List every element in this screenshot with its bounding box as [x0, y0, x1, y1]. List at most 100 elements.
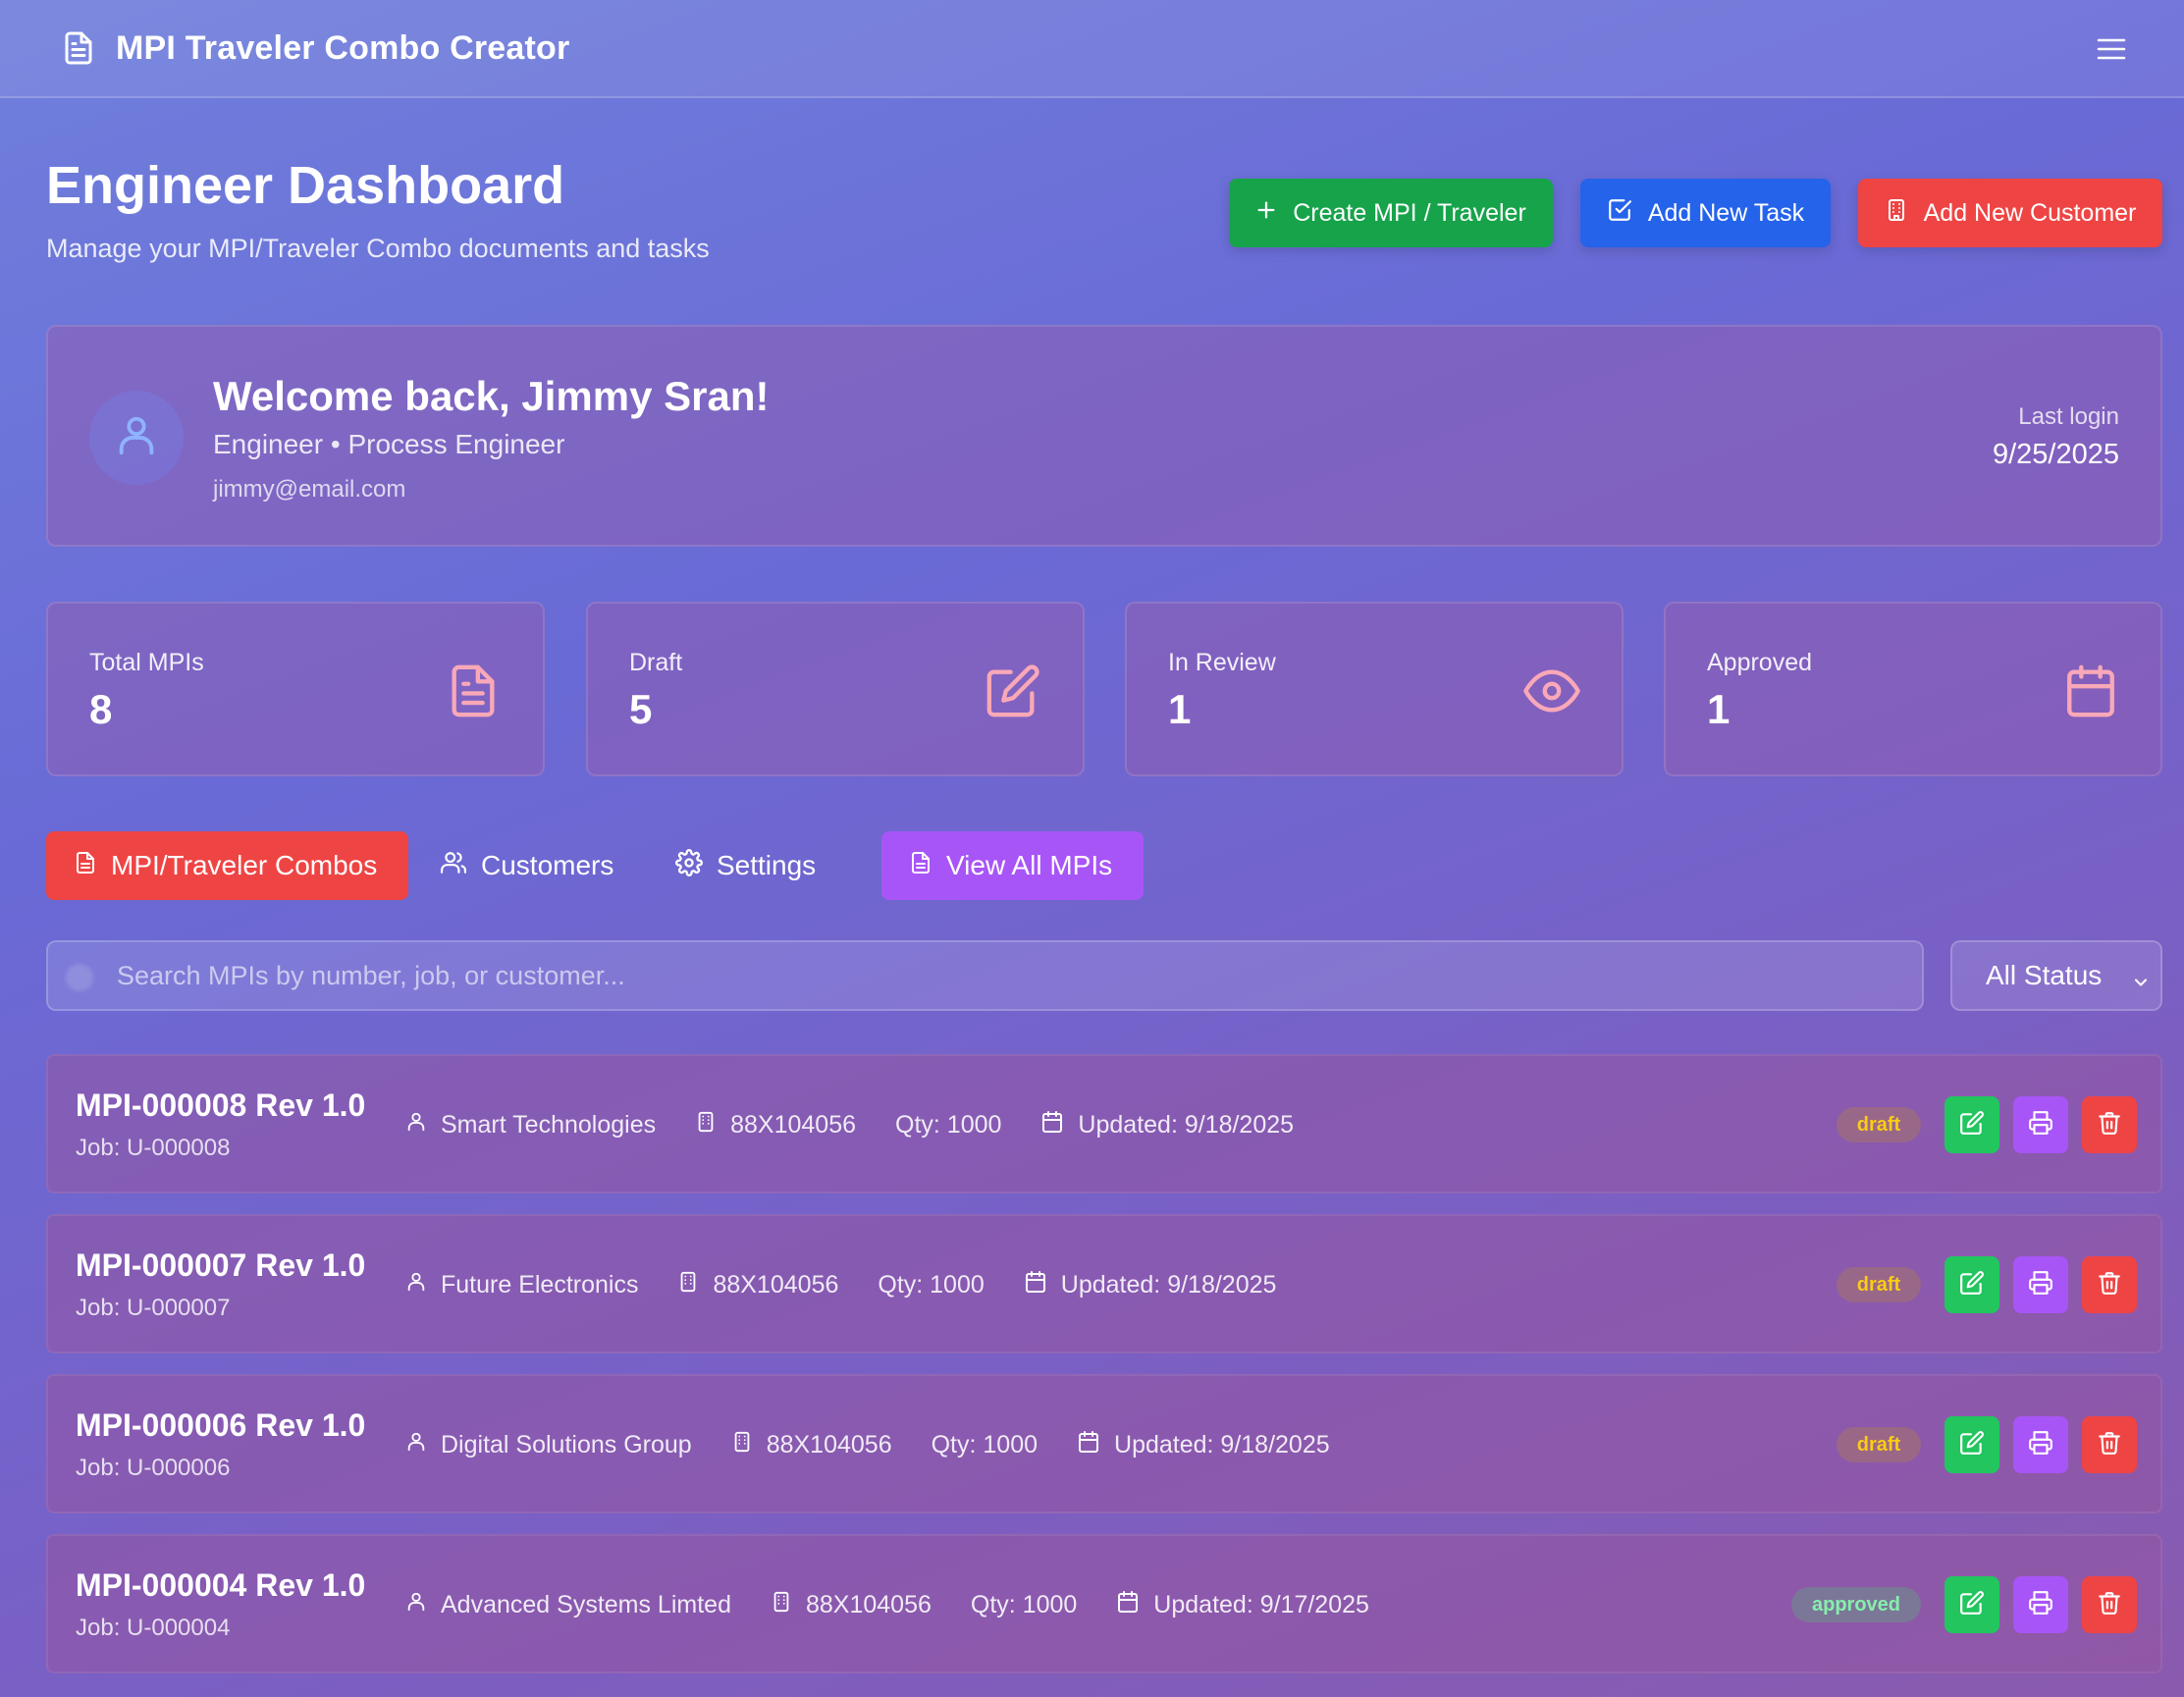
mpi-number: MPI-000008 Rev 1.0	[76, 1087, 366, 1123]
mpi-meta: Smart Technologies 88X104056 Qty: 1000 U…	[405, 1109, 1294, 1141]
search-bar	[46, 940, 1924, 1011]
tab-settings[interactable]: Settings	[648, 831, 843, 900]
status-filter-value: All Status	[1986, 960, 2103, 990]
stat-value: 8	[89, 686, 113, 732]
status-filter-select[interactable]: All Status	[1950, 940, 2162, 1011]
calendar-icon	[1040, 1109, 1064, 1141]
mpi-row[interactable]: MPI-000004 Rev 1.0 Job: U-000004 Advance…	[46, 1534, 2162, 1673]
mpi-updated-date: Updated: 9/18/2025	[1114, 1431, 1330, 1458]
delete-button[interactable]	[2082, 1416, 2137, 1473]
stat-card-total: Total MPIs 8	[46, 602, 545, 776]
stat-label: In Review	[1168, 649, 1276, 676]
mpi-meta: Advanced Systems Limted 88X104056 Qty: 1…	[405, 1589, 1369, 1621]
document-icon	[74, 850, 97, 882]
mpi-customer: Advanced Systems Limted	[405, 1590, 731, 1620]
edit-icon	[1959, 1110, 1985, 1140]
stat-label: Draft	[629, 649, 683, 676]
user-icon	[405, 1270, 427, 1300]
mpi-updated-date: Updated: 9/18/2025	[1060, 1271, 1277, 1299]
printer-icon	[2028, 1270, 2053, 1300]
edit-button[interactable]	[1944, 1096, 1999, 1153]
building-icon	[677, 1269, 699, 1301]
status-badge: approved	[1791, 1587, 1921, 1622]
delete-button[interactable]	[2082, 1096, 2137, 1153]
trash-icon	[2097, 1270, 2122, 1300]
edit-button[interactable]	[1944, 1576, 1999, 1633]
tab-mpi-traveler-combos[interactable]: MPI/Traveler Combos	[46, 831, 408, 900]
trash-icon	[2097, 1430, 2122, 1460]
hamburger-menu-icon[interactable]	[2090, 27, 2133, 71]
mpi-part: 88X104056	[677, 1269, 838, 1301]
mpi-job: Job: U-000004	[76, 1615, 231, 1641]
edit-icon	[1959, 1270, 1985, 1300]
user-role: Engineer • Process Engineer	[213, 429, 565, 459]
mpi-row[interactable]: MPI-000007 Rev 1.0 Job: U-000007 Future …	[46, 1214, 2162, 1353]
mpi-qty: Qty: 1000	[878, 1271, 985, 1299]
mpi-part: 88X104056	[695, 1109, 856, 1141]
mpi-updated: Updated: 9/18/2025	[1024, 1269, 1277, 1301]
gear-icon	[675, 848, 703, 883]
stat-value: 1	[1168, 686, 1192, 732]
print-button[interactable]	[2013, 1096, 2068, 1153]
mpi-row[interactable]: MPI-000006 Rev 1.0 Job: U-000006 Digital…	[46, 1374, 2162, 1513]
delete-button[interactable]	[2082, 1576, 2137, 1633]
stat-card-approved: Approved 1	[1664, 602, 2162, 776]
mpi-customer: Digital Solutions Group	[405, 1430, 692, 1460]
add-customer-label: Add New Customer	[1923, 198, 2137, 227]
mpi-customer: Smart Technologies	[405, 1110, 656, 1140]
printer-icon	[2028, 1590, 2053, 1620]
edit-icon	[1959, 1590, 1985, 1620]
building-icon	[695, 1109, 717, 1141]
trash-icon	[2097, 1110, 2122, 1140]
document-icon	[61, 28, 100, 68]
print-button[interactable]	[2013, 1256, 2068, 1313]
tab-customers[interactable]: Customers	[412, 831, 641, 900]
edit-icon	[1959, 1430, 1985, 1460]
edit-button[interactable]	[1944, 1416, 1999, 1473]
welcome-greeting: Welcome back, Jimmy Sran!	[213, 373, 770, 419]
user-email: jimmy@email.com	[213, 476, 406, 503]
tab-label: Settings	[717, 850, 817, 880]
stat-value: 5	[629, 686, 653, 732]
mpi-updated: Updated: 9/18/2025	[1077, 1429, 1330, 1461]
last-login-date: 9/25/2025	[1992, 439, 2119, 470]
mpi-part-number: 88X104056	[730, 1111, 857, 1139]
chevron-down-icon	[2131, 968, 2151, 987]
document-icon	[909, 850, 932, 882]
print-button[interactable]	[2013, 1576, 2068, 1633]
search-input[interactable]	[117, 942, 1903, 1009]
mpi-number: MPI-000007 Rev 1.0	[76, 1247, 366, 1283]
mpi-updated-date: Updated: 9/18/2025	[1078, 1111, 1295, 1139]
user-icon	[405, 1590, 427, 1620]
mpi-meta: Digital Solutions Group 88X104056 Qty: 1…	[405, 1429, 1330, 1461]
user-icon	[405, 1110, 427, 1140]
mpi-updated-date: Updated: 9/17/2025	[1153, 1591, 1369, 1618]
tab-view-all-mpis[interactable]: View All MPIs	[881, 831, 1144, 900]
search-icon	[66, 964, 93, 991]
app-title: MPI Traveler Combo Creator	[116, 28, 570, 67]
page-title: Engineer Dashboard	[46, 156, 565, 215]
users-icon	[440, 850, 467, 882]
printer-icon	[2028, 1110, 2053, 1140]
plus-icon	[1255, 199, 1277, 228]
mpi-customer-name: Smart Technologies	[441, 1111, 657, 1139]
eye-icon	[1523, 663, 1580, 719]
mpi-row[interactable]: MPI-000008 Rev 1.0 Job: U-000008 Smart T…	[46, 1054, 2162, 1193]
mpi-job: Job: U-000008	[76, 1135, 231, 1161]
status-badge: draft	[1837, 1267, 1921, 1302]
mpi-customer: Future Electronics	[405, 1270, 638, 1300]
mpi-qty: Qty: 1000	[970, 1591, 1078, 1618]
add-customer-button[interactable]: Add New Customer	[1858, 179, 2162, 247]
edit-button[interactable]	[1944, 1256, 1999, 1313]
building-icon	[1885, 197, 1908, 230]
mpi-job: Job: U-000006	[76, 1455, 231, 1481]
stat-label: Approved	[1707, 649, 1813, 676]
create-mpi-button[interactable]: Create MPI / Traveler	[1229, 179, 1553, 247]
print-button[interactable]	[2013, 1416, 2068, 1473]
mpi-part: 88X104056	[731, 1429, 892, 1461]
checkbox-icon	[1607, 197, 1632, 230]
add-task-button[interactable]: Add New Task	[1580, 179, 1831, 247]
status-badge: draft	[1837, 1427, 1921, 1462]
user-icon	[405, 1430, 427, 1460]
delete-button[interactable]	[2082, 1256, 2137, 1313]
